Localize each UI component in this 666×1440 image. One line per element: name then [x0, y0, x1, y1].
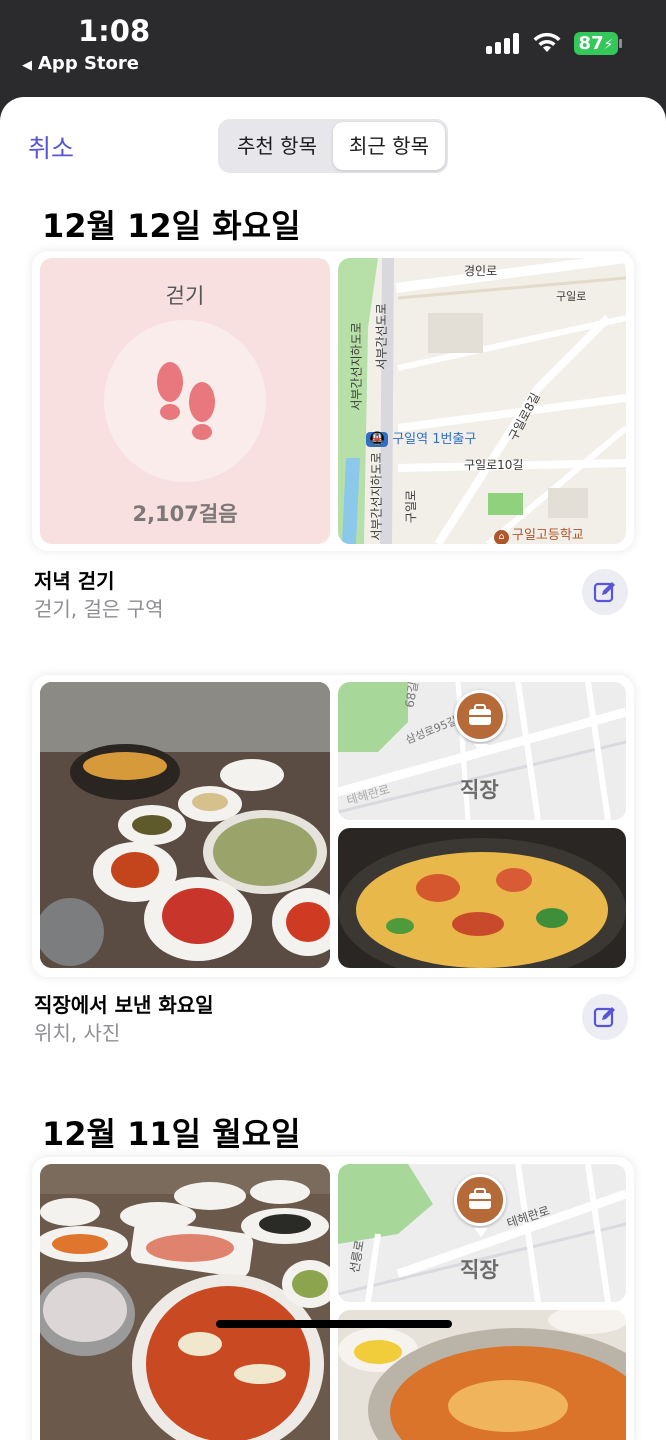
map-road-label: 구일로 — [404, 489, 419, 524]
section-date-title: 12월 11일 월요일 — [42, 1115, 301, 1153]
moment-subtitle: 걷기, 걸은 구역 — [34, 597, 164, 621]
work-pin — [454, 1174, 506, 1226]
photo-tile-stew — [40, 1164, 330, 1440]
map-road-label: 서부간선지하도로 — [349, 322, 364, 411]
segmented-control: 추천 항목 최근 항목 — [218, 119, 448, 173]
moment-title: 직장에서 보낸 화요일 — [34, 993, 214, 1017]
walk-label: 걷기 — [165, 284, 205, 308]
cellular-signal-icon — [486, 32, 522, 54]
cancel-button[interactable]: 취소 — [28, 129, 74, 165]
train-station-marker: 🚇 구일역 1번출구 — [366, 428, 476, 447]
tab-suggested[interactable]: 추천 항목 — [221, 122, 333, 170]
footprints-icon — [157, 362, 215, 440]
back-triangle-icon: ◀ — [22, 58, 32, 73]
station-label: 구일역 1번출구 — [392, 432, 477, 447]
photo-tile-korean-meal — [40, 682, 330, 968]
edit-button[interactable] — [582, 569, 628, 615]
map-road-label: 서부간선도로 — [374, 303, 389, 370]
walk-tile: 걷기 2,107걸음 — [40, 258, 330, 544]
battery-icon: 87⚡ — [574, 32, 618, 55]
school-icon: ⌂ — [494, 530, 509, 544]
section-date-title: 12월 12일 화요일 — [42, 207, 301, 245]
edit-icon — [593, 582, 615, 603]
edit-icon — [593, 1007, 615, 1028]
photo-ramen — [338, 828, 626, 968]
photo-ramen-pot — [338, 1310, 626, 1440]
map-road-label: 경인로 — [464, 264, 498, 278]
clock: 1:08 — [78, 14, 151, 48]
pin-tail — [474, 744, 488, 753]
map-road-label: 구일로 — [556, 290, 587, 303]
wifi-icon — [533, 32, 561, 52]
photo-korean-meal — [40, 682, 330, 968]
work-map-tile: 테헤란로 선릉로 직장 — [338, 1164, 626, 1302]
school-label: 구일고등학교 — [512, 528, 584, 543]
walk-steps: 2,107걸음 — [132, 502, 238, 526]
work-map-tile: 삼성로95길 테헤란로 68길 직장 — [338, 682, 626, 820]
photo-stew-meal — [40, 1164, 330, 1440]
moment-card-work[interactable]: 테헤란로 선릉로 직장 — [32, 1157, 634, 1440]
moment-card-work[interactable]: 삼성로95길 테헤란로 68길 직장 — [32, 675, 634, 977]
battery-cap — [619, 39, 622, 48]
journal-sheet: 취소 추천 항목 최근 항목 12월 12일 화요일 걷기 2,107걸음 경인… — [0, 97, 666, 1440]
walk-circle — [104, 320, 266, 482]
photo-tile-ramen — [338, 828, 626, 968]
photo-tile-ramen-pot — [338, 1310, 626, 1440]
back-to-app-button[interactable]: ◀ App Store — [22, 53, 139, 74]
pin-tail — [474, 1228, 488, 1237]
school-marker: ⌂ 구일고등학교 — [494, 524, 584, 544]
edit-button[interactable] — [582, 994, 628, 1040]
briefcase-icon — [469, 704, 491, 725]
map-road-label: 구일로10길 — [464, 458, 524, 472]
work-label: 직장 — [460, 1258, 499, 1282]
map-road-label: 서부간선지하도로 — [369, 452, 384, 541]
train-icon: 🚇 — [366, 432, 389, 447]
home-indicator — [216, 1320, 452, 1328]
tab-recent[interactable]: 최근 항목 — [333, 122, 445, 170]
work-pin — [454, 690, 506, 742]
back-app-label: App Store — [38, 53, 139, 74]
status-bar: 1:08 ◀ App Store 87⚡ — [0, 0, 666, 100]
moment-subtitle: 위치, 사진 — [34, 1021, 121, 1045]
battery-level: 87 — [578, 33, 604, 54]
briefcase-icon — [469, 1188, 491, 1209]
walk-map-tile: 경인로 구일로 구일로8길 구일로10길 서부간선지하도로 서부간선도로 서부간… — [338, 258, 626, 544]
moment-card-walk[interactable]: 걷기 2,107걸음 경인로 구일로 구일로8길 구일로10길 서부간선지하도로… — [32, 251, 634, 551]
work-label: 직장 — [460, 778, 499, 802]
moment-title: 저녁 걷기 — [34, 569, 115, 593]
